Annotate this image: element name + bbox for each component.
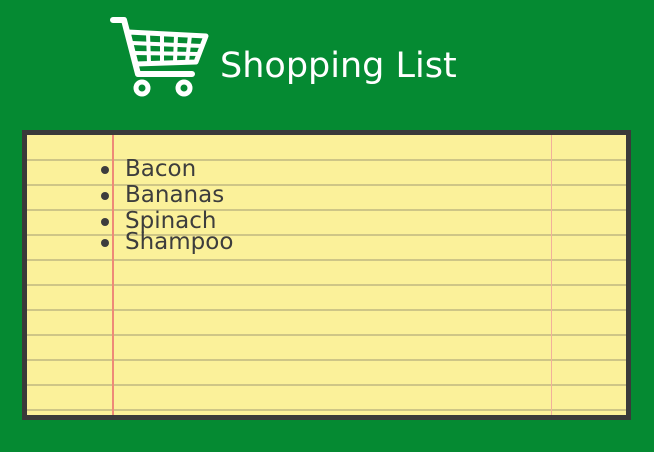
bullet-icon: [101, 218, 109, 226]
shopping-cart-icon: [110, 17, 209, 97]
list-item-label: Bacon: [125, 156, 197, 182]
list-item-label: Bananas: [125, 182, 225, 208]
page-title: Shopping List: [220, 46, 457, 86]
bullet-icon: [101, 166, 109, 174]
shopping-list: Bacon Bananas Spinach Shampoo: [91, 157, 233, 255]
bullet-icon: [101, 192, 109, 200]
app-header: Shopping List: [0, 0, 654, 128]
list-item: Shampoo: [91, 230, 233, 255]
notepad: Bacon Bananas Spinach Shampoo: [22, 130, 631, 420]
list-item: Bacon: [91, 157, 233, 182]
list-item: Bananas: [91, 183, 233, 208]
bullet-icon: [101, 239, 109, 247]
list-item-label: Shampoo: [125, 229, 234, 255]
app-root: { "header": { "title": "Shopping List", …: [0, 0, 654, 452]
notepad-right-margin-line: [551, 135, 552, 415]
